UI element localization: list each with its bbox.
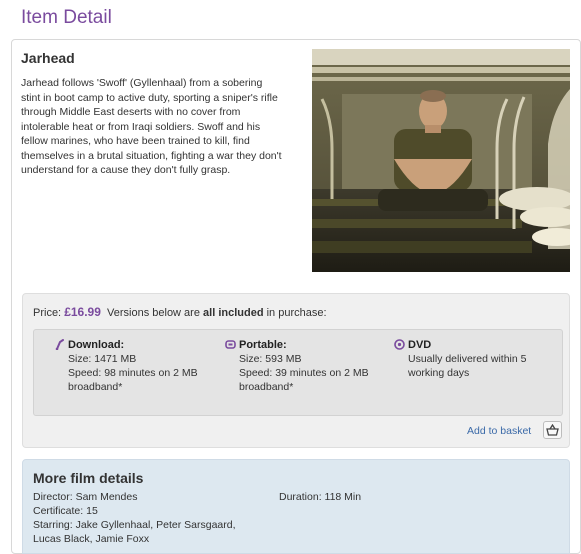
versions-text-bold: all included — [203, 307, 264, 319]
dvd-icon — [394, 339, 405, 350]
add-to-basket-link[interactable]: Add to basket — [467, 425, 531, 437]
film-details-panel: More film details Director: Sam Mendes D… — [22, 459, 570, 554]
portable-icon — [225, 339, 236, 350]
version-title: Portable: — [239, 339, 287, 351]
versions-panel: Download: Size: 1471 MB Speed: 98 minute… — [33, 329, 563, 416]
price-label: Price: — [33, 307, 62, 319]
film-title: Jarhead — [21, 50, 75, 66]
version-speed: Speed: 39 minutes on 2 MB broadband* — [239, 367, 369, 393]
detail-starring: Starring: Jake Gyllenhaal, Peter Sarsgaa… — [33, 519, 236, 545]
details-title: More film details — [33, 470, 144, 486]
detail-duration: Duration: 118 Min — [279, 491, 362, 503]
film-synopsis: Jarhead follows 'Swoff' (Gyllenhaal) fro… — [21, 77, 282, 176]
version-size: Size: 593 MB — [239, 353, 302, 365]
version-speed: Speed: 98 minutes on 2 MB broadband* — [68, 367, 198, 393]
version-portable: Portable: Size: 593 MB Speed: 39 minutes… — [225, 338, 369, 394]
version-title: Download: — [68, 339, 125, 351]
page-title: Item Detail — [21, 7, 112, 28]
download-icon — [54, 339, 65, 351]
version-delivery: Usually delivered within 5 working days — [408, 353, 527, 379]
version-dvd: DVD Usually delivered within 5 working d… — [394, 338, 548, 380]
versions-text-pre: Versions below are — [107, 307, 200, 319]
detail-director: Director: Sam Mendes — [33, 491, 138, 503]
basket-icon[interactable] — [543, 421, 562, 439]
detail-certificate: Certificate: 15 — [33, 505, 98, 517]
purchase-panel: Price: £16.99 Versions below are all inc… — [22, 293, 570, 448]
film-poster-image — [312, 49, 570, 272]
versions-text-post: in purchase: — [266, 307, 327, 319]
version-title: DVD — [408, 339, 432, 351]
price-line: Price: £16.99 Versions below are all inc… — [33, 305, 327, 319]
version-size: Size: 1471 MB — [68, 353, 137, 365]
price-value: £16.99 — [64, 305, 101, 319]
version-download: Download: Size: 1471 MB Speed: 98 minute… — [55, 338, 198, 394]
